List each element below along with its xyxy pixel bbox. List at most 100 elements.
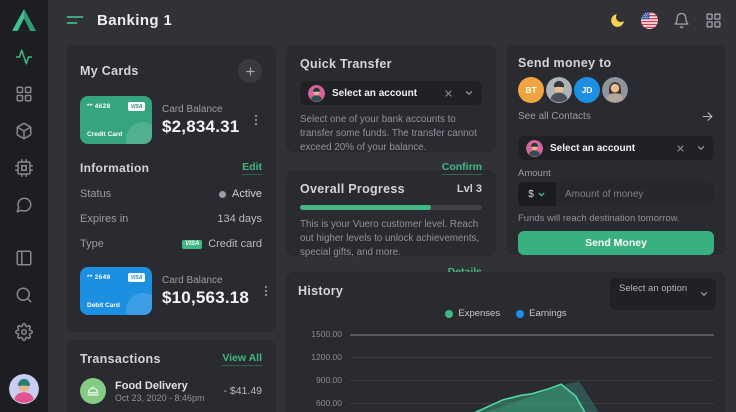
information-heading: Information [80, 161, 149, 175]
chat-icon[interactable] [15, 196, 33, 214]
progress-description: This is your Vuero customer level. Reach… [300, 218, 482, 261]
card-menu-dots-icon[interactable] [259, 283, 273, 299]
transactions-panel: Transactions View All Food Delivery Oct … [66, 340, 276, 412]
chevron-down-icon [699, 289, 709, 299]
my-cards-title: My Cards [80, 64, 139, 78]
credit-card-row: ** 4628 VISA Credit Card Card Balance $2… [80, 96, 262, 144]
language-flag-icon[interactable] [641, 12, 658, 29]
account-select-label: Select an account [332, 88, 437, 99]
card-balance-value: $10,563.18 [162, 288, 249, 308]
card-balance-label: Card Balance [162, 275, 249, 286]
confirm-link[interactable]: Confirm [442, 161, 482, 175]
transactions-title: Transactions [80, 352, 161, 366]
transaction-row[interactable]: Food Delivery Oct 23, 2020 - 8:46pm - $4… [80, 378, 262, 404]
page-title: Banking 1 [97, 12, 172, 29]
chevron-down-icon[interactable] [696, 143, 706, 153]
credit-card[interactable]: ** 4628 VISA Credit Card [80, 96, 152, 144]
account-select-label: Select an account [550, 143, 669, 154]
level-badge: Lvl 3 [457, 183, 482, 195]
column-send: Send money to BT JD See all Contacts [506, 45, 726, 256]
currency-symbol: $ [528, 189, 534, 200]
column-transfer: Quick Transfer Select an account Select … [286, 45, 496, 256]
legend-item-expenses[interactable]: Expenses [445, 308, 500, 319]
content: My Cards ** 4628 VISA Credit Card Card B… [48, 40, 736, 412]
legend-dot [516, 310, 524, 318]
expires-value: 134 days [217, 213, 262, 225]
legend-item-earnings[interactable]: Earnings [516, 308, 567, 319]
activity-icon[interactable] [15, 48, 33, 66]
card-menu-dots-icon[interactable] [249, 112, 263, 128]
view-all-link[interactable]: View All [222, 352, 262, 366]
card-balance-block: Card Balance $2,834.31 [162, 104, 239, 137]
menu-toggle-icon[interactable] [66, 13, 84, 27]
visa-badge: VISA [128, 273, 145, 282]
plus-icon [245, 66, 256, 77]
area-chart-svg [298, 327, 714, 412]
food-delivery-icon [80, 378, 106, 404]
send-money-panel: Send money to BT JD See all Contacts [506, 45, 726, 255]
history-panel: History Select an option Expenses Earnin… [286, 272, 726, 412]
clear-x-icon[interactable] [676, 144, 685, 153]
app-logo-icon[interactable] [11, 8, 37, 32]
progress-fill [300, 205, 431, 210]
card-balance-value: $2,834.31 [162, 117, 239, 137]
search-icon[interactable] [15, 286, 33, 304]
card-balance-block: Card Balance $10,563.18 [162, 275, 249, 308]
amount-label: Amount [518, 168, 714, 179]
header-actions [609, 12, 722, 29]
debit-card[interactable]: ** 2649 VISA Debit Card [80, 267, 152, 315]
expires-label: Expires in [80, 213, 128, 225]
arrow-right-icon[interactable] [701, 110, 714, 123]
send-money-button[interactable]: Send Money [518, 231, 714, 255]
contact-avatar-photo[interactable] [546, 77, 572, 103]
amount-input[interactable] [556, 182, 714, 206]
card-kind: Credit Card [87, 131, 122, 138]
visa-badge: VISA [128, 102, 145, 111]
legend-dot [445, 310, 453, 318]
type-label: Type [80, 238, 104, 250]
chevron-down-icon[interactable] [464, 88, 474, 98]
contact-avatar-bt[interactable]: BT [518, 77, 544, 103]
cpu-icon[interactable] [15, 159, 33, 177]
overall-progress-title: Overall Progress [300, 182, 405, 196]
account-avatar [526, 140, 543, 157]
dark-mode-moon-icon[interactable] [609, 12, 626, 29]
status-label: Status [80, 188, 111, 200]
panels-icon[interactable] [15, 249, 33, 267]
settings-gear-icon[interactable] [15, 323, 33, 341]
apps-grid-icon[interactable] [705, 12, 722, 29]
contact-avatar-photo[interactable] [602, 77, 628, 103]
send-money-title: Send money to [518, 56, 714, 70]
clear-x-icon[interactable] [444, 89, 453, 98]
box-icon[interactable] [15, 122, 33, 140]
see-all-contacts-link[interactable]: See all Contacts [518, 111, 591, 122]
debit-card-row: ** 2649 VISA Debit Card Card Balance $10… [80, 267, 262, 315]
account-select[interactable]: Select an account [300, 81, 482, 105]
type-visa-badge: VISA [182, 240, 202, 249]
history-chart: 1500.001200.00900.00600.00 [298, 327, 714, 412]
add-card-button[interactable] [238, 59, 262, 83]
chevron-down-icon [537, 190, 546, 199]
edit-link[interactable]: Edit [242, 161, 262, 175]
transaction-date: Oct 23, 2020 - 8:46pm [115, 393, 214, 403]
sidebar [0, 0, 48, 412]
transaction-name: Food Delivery [115, 380, 214, 392]
type-value: Credit card [208, 238, 262, 250]
card-balance-label: Card Balance [162, 104, 239, 115]
dashboard-grid-icon[interactable] [15, 85, 33, 103]
legend-label: Earnings [529, 308, 567, 319]
user-avatar[interactable] [9, 374, 39, 404]
notifications-bell-icon[interactable] [673, 12, 690, 29]
status-dot [219, 191, 226, 198]
history-option-select[interactable]: Select an option [610, 278, 716, 310]
history-select-label: Select an option [619, 283, 694, 295]
card-kind: Debit Card [87, 302, 120, 309]
transaction-amount: - $41.49 [223, 385, 262, 397]
column-cards: My Cards ** 4628 VISA Credit Card Card B… [66, 45, 276, 412]
card-number: ** 4628 [87, 103, 110, 110]
account-select[interactable]: Select an account [518, 136, 714, 160]
legend-label: Expenses [458, 308, 500, 319]
currency-select[interactable]: $ [518, 182, 556, 206]
contact-avatar-jd[interactable]: JD [574, 77, 600, 103]
progress-bar [300, 205, 482, 210]
